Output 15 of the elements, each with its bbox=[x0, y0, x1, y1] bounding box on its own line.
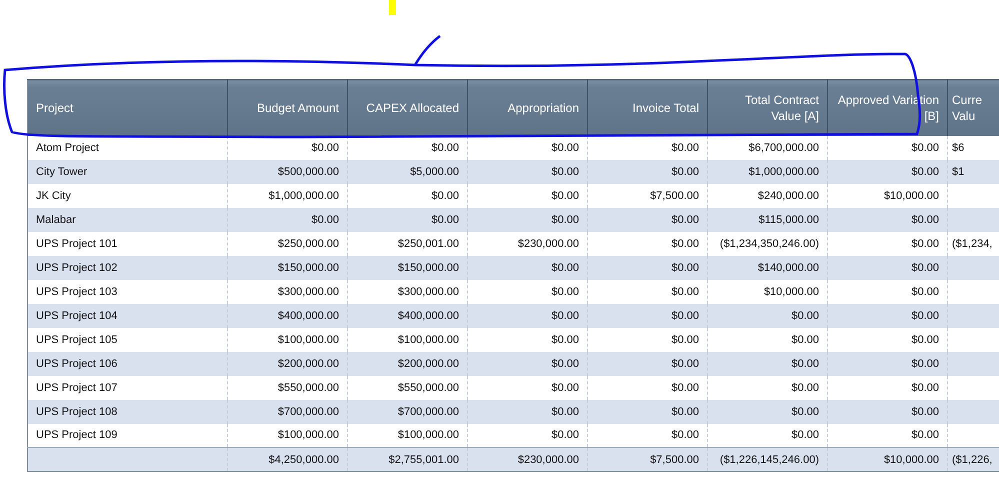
column-header[interactable]: Budget Amount bbox=[228, 80, 348, 136]
highlight-mark bbox=[389, 0, 396, 15]
table-cell: ($1,226,145,246.00) bbox=[708, 448, 828, 472]
table-cell: ($1,226, bbox=[948, 448, 999, 472]
table-cell: $7,500.00 bbox=[588, 448, 708, 472]
table-cell: $2,755,001.00 bbox=[348, 448, 468, 472]
table-cell: $230,000.00 bbox=[468, 448, 588, 472]
column-header[interactable]: Project bbox=[28, 80, 228, 136]
column-header[interactable]: Total Contract Value [A] bbox=[708, 80, 828, 136]
column-header[interactable]: Curre Valu bbox=[948, 80, 999, 136]
table-cell: $10,000.00 bbox=[828, 448, 948, 472]
column-header[interactable]: CAPEX Allocated bbox=[348, 80, 468, 136]
table-cell: $4,250,000.00 bbox=[228, 448, 348, 472]
column-header[interactable]: Appropriation bbox=[468, 80, 588, 136]
column-header[interactable]: Invoice Total bbox=[588, 80, 708, 136]
